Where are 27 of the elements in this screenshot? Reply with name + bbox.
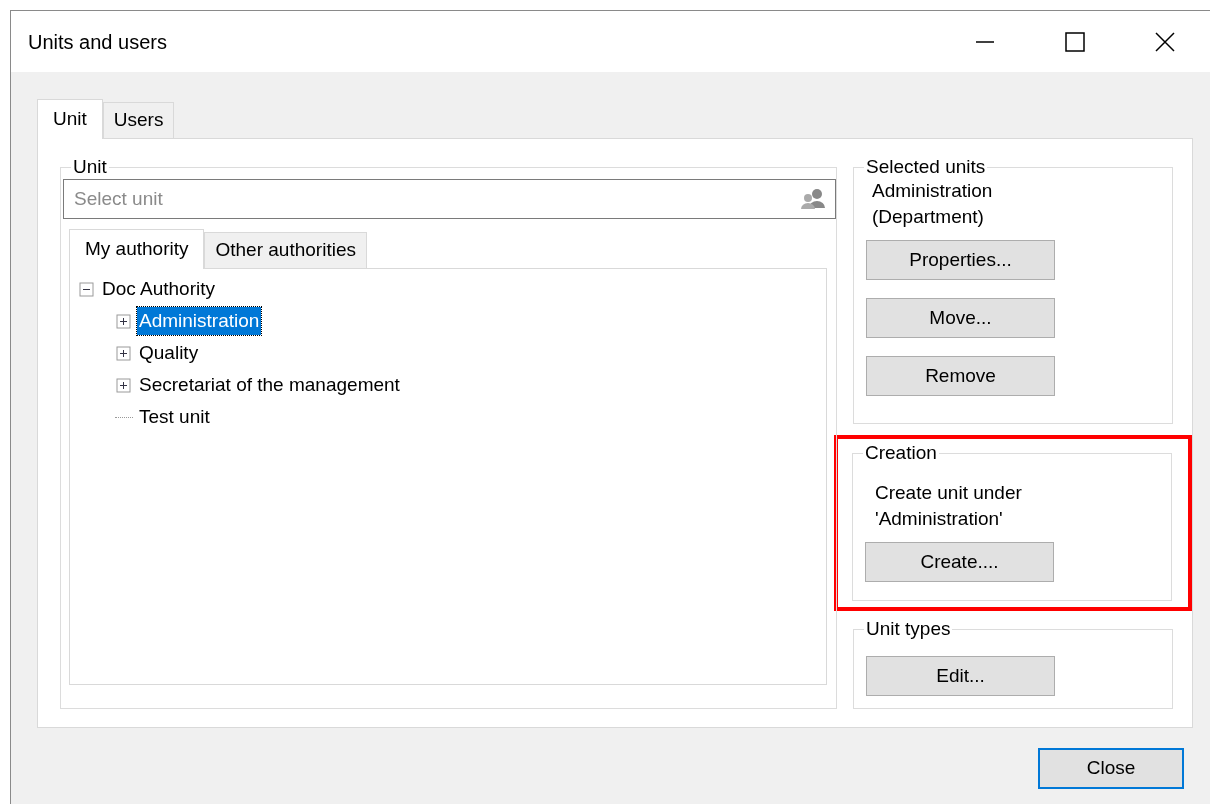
tree-item[interactable]: Administration	[137, 306, 262, 336]
users-icon	[800, 188, 826, 210]
search-field[interactable]: Select unit	[63, 179, 836, 219]
tab[interactable]: Users	[102, 102, 175, 138]
maximize-icon	[1065, 31, 1085, 52]
tree-item[interactable]: Secretariat of the management	[137, 370, 402, 400]
tab[interactable]: Unit	[37, 99, 103, 139]
minimize-icon	[975, 40, 995, 43]
close-button[interactable]: Close	[1038, 748, 1184, 789]
button[interactable]: Properties...	[866, 240, 1055, 280]
window-title: Units and users	[28, 29, 167, 55]
expand-icon[interactable]	[115, 344, 133, 362]
tab[interactable]: My authority	[69, 229, 205, 269]
tab[interactable]: Other authorities	[204, 232, 367, 268]
tree-item[interactable]: Test unit	[137, 402, 212, 432]
button[interactable]: Remove	[866, 356, 1055, 396]
expand-icon[interactable]	[115, 312, 133, 330]
collapse-icon[interactable]	[78, 280, 96, 298]
button[interactable]: Move...	[866, 298, 1055, 338]
button[interactable]: Edit...	[866, 656, 1055, 696]
tree-item[interactable]: Quality	[137, 338, 201, 368]
creation-text: Create unit under 'Administration'	[875, 481, 1023, 531]
close-icon	[1155, 31, 1175, 52]
tree-item[interactable]: Doc Authority	[100, 274, 217, 304]
button[interactable]: Create....	[865, 542, 1054, 582]
selected-unit-text: Administration (Department)	[872, 179, 994, 229]
expand-icon[interactable]	[115, 376, 133, 394]
